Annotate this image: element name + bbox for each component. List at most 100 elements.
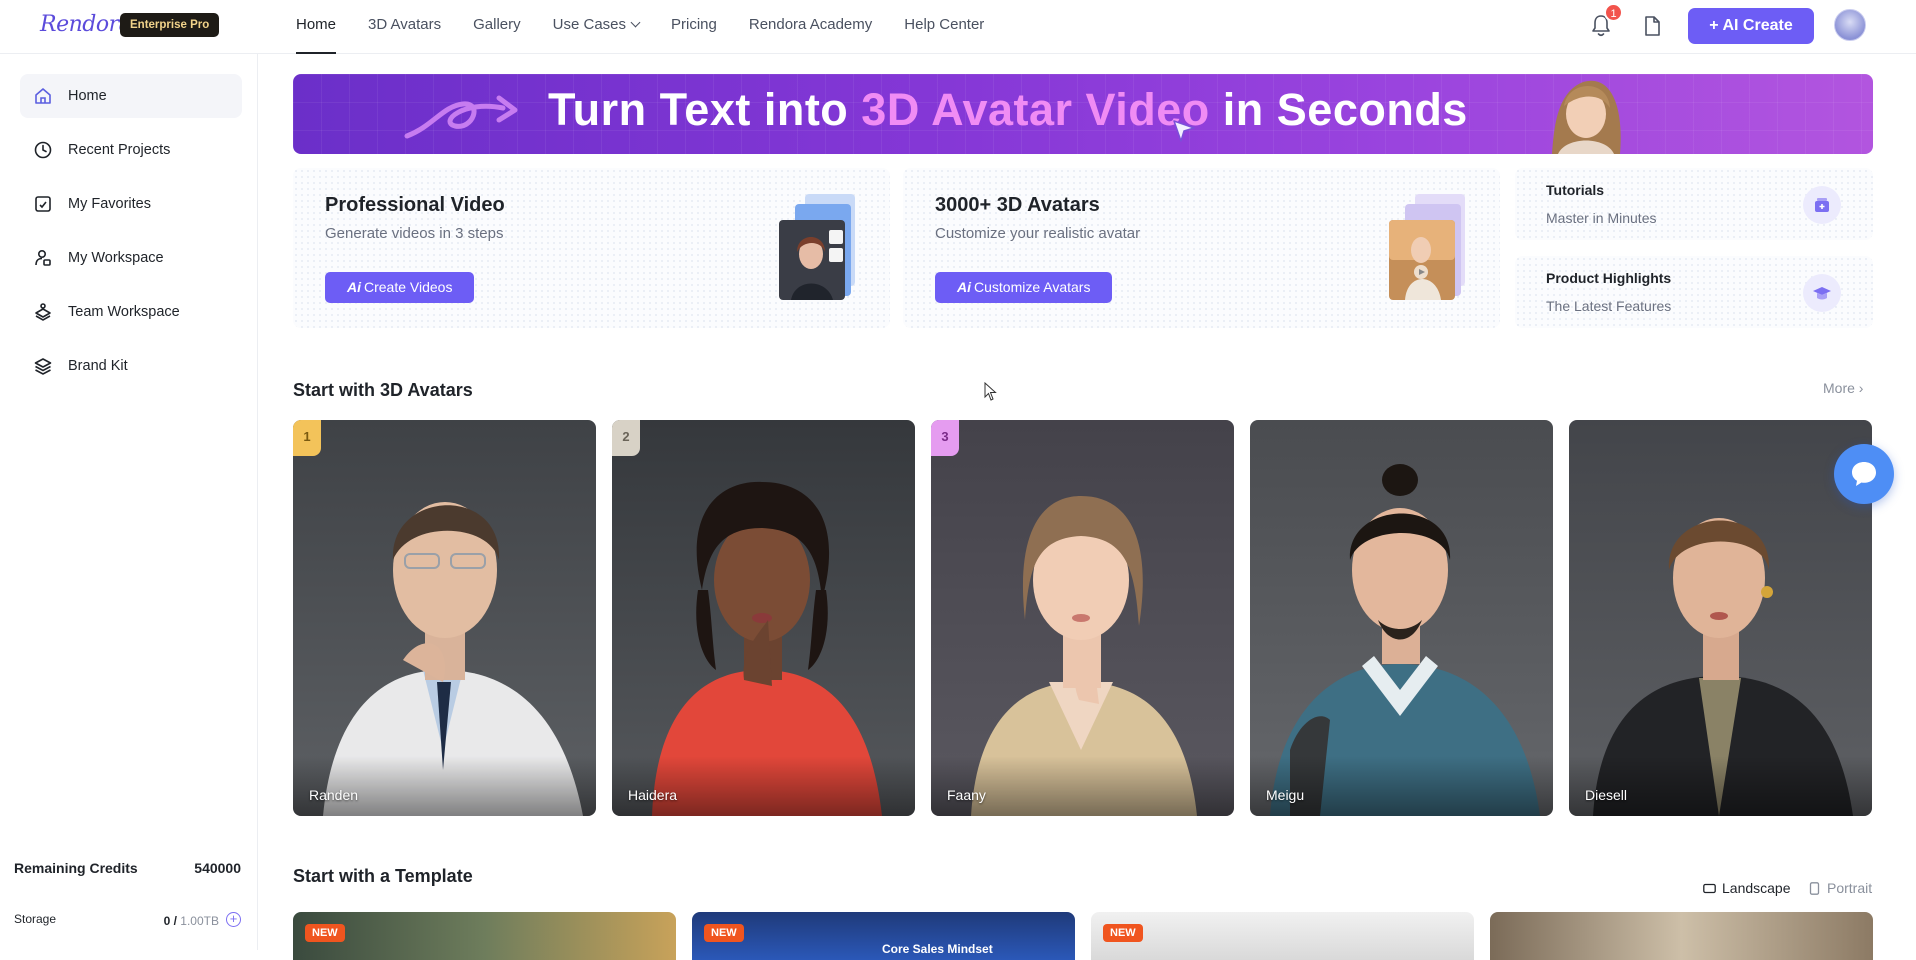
mini-card-title: Tutorials [1546, 182, 1605, 198]
template-card-3[interactable]: NEW [1091, 912, 1474, 960]
layers-icon [34, 358, 52, 375]
mouse-cursor-icon [984, 382, 997, 401]
nav-home[interactable]: Home [296, 0, 337, 54]
avatar-shade [1569, 756, 1872, 816]
nav-rendora-academy[interactable]: Rendora Academy [749, 0, 872, 54]
ai-prefix: Ai [957, 279, 971, 295]
remaining-credits-label: Remaining Credits [14, 860, 138, 876]
nav-pricing[interactable]: Pricing [671, 0, 717, 54]
avatar-shade [612, 756, 915, 816]
more-avatars-link[interactable]: More › [1823, 380, 1863, 396]
button-label: Customize Avatars [974, 279, 1091, 295]
add-storage-button[interactable]: + [226, 912, 241, 927]
chevron-down-icon [630, 17, 641, 28]
template-card-2[interactable]: NEW Core Sales Mindset [692, 912, 1075, 960]
sidebar-item-my-workspace[interactable]: My Workspace [20, 236, 242, 280]
new-tag: NEW [305, 924, 345, 942]
avatar-shade [931, 756, 1234, 816]
banner-text-after: in Seconds [1209, 84, 1468, 135]
chat-icon [1852, 462, 1876, 486]
avatar-shade [293, 756, 596, 816]
document-icon[interactable] [1641, 14, 1663, 38]
card-subtitle: Customize your realistic avatar [935, 225, 1141, 242]
avatar-stack-image [1389, 194, 1465, 300]
avatar-name: Diesell [1585, 787, 1628, 803]
avatar-card-randen[interactable]: 1 Randen [293, 420, 596, 816]
ai-prefix: Ai [347, 279, 361, 295]
workspace-icon [35, 249, 51, 266]
rank-badge: 1 [293, 420, 321, 456]
new-tag: NEW [1103, 924, 1143, 942]
landscape-toggle[interactable]: Landscape [1703, 880, 1791, 896]
sidebar-item-home[interactable]: Home [20, 74, 242, 118]
mini-card-subtitle: Master in Minutes [1546, 210, 1657, 226]
banner-headline: Turn Text into 3D Avatar Video in Second… [548, 84, 1468, 136]
sidebar-item-label: Brand Kit [68, 358, 128, 374]
mini-card-subtitle: The Latest Features [1546, 298, 1672, 314]
rank-badge: 2 [612, 420, 640, 456]
user-avatar[interactable] [1834, 9, 1866, 41]
sidebar-item-my-favorites[interactable]: My Favorites [20, 182, 242, 226]
sidebar-item-label: Recent Projects [68, 142, 171, 158]
avatar-card-meigu[interactable]: Meigu [1250, 420, 1553, 816]
avatar-shade [1250, 756, 1553, 816]
customize-avatars-button[interactable]: Ai Customize Avatars [935, 272, 1113, 303]
nav-gallery[interactable]: Gallery [473, 0, 521, 54]
nav-3d-avatars[interactable]: 3D Avatars [368, 0, 441, 54]
avatars-section-title: Start with 3D Avatars [293, 380, 473, 400]
video-stack-image [779, 194, 855, 300]
nav-gallery-label: Gallery [473, 16, 521, 33]
sidebar: Home Recent Projects My Favorites My Wor… [0, 54, 258, 950]
avatar-name: Faany [947, 787, 986, 803]
avatar-card-faany[interactable]: 3 Faany [931, 420, 1234, 816]
nav-pricing-label: Pricing [671, 16, 717, 33]
nav-use-cases-label: Use Cases [552, 16, 626, 33]
nav-help-center[interactable]: Help Center [904, 0, 984, 54]
avatar-card-diesell[interactable]: Diesell [1569, 420, 1872, 816]
ai-create-button[interactable]: + AI Create [1688, 8, 1814, 44]
template-card-1[interactable]: NEW [293, 912, 676, 960]
tutorial-icon [1815, 198, 1829, 212]
nav-3d-avatars-label: 3D Avatars [368, 16, 442, 33]
sidebar-item-brand-kit[interactable]: Brand Kit [20, 344, 242, 388]
clock-icon [34, 141, 52, 159]
create-videos-button[interactable]: Ai Create Videos [325, 272, 475, 303]
home-icon [35, 88, 51, 104]
avatar-card-haidera[interactable]: 2 Haidera [612, 420, 915, 816]
hero-banner[interactable]: Turn Text into 3D Avatar Video in Second… [293, 74, 1873, 154]
nav-help-label: Help Center [904, 16, 985, 33]
tutorial-icon-wrap [1803, 186, 1841, 224]
card-title: 3000+ 3D Avatars [935, 194, 1100, 216]
plan-badge: Enterprise Pro [120, 13, 220, 37]
nav-use-cases[interactable]: Use Cases [552, 0, 641, 54]
remaining-credits-value: 540000 [194, 860, 241, 876]
chat-support-button[interactable] [1834, 444, 1894, 504]
main-nav: Home 3D Avatars Gallery Use Cases Pricin… [296, 0, 1016, 54]
avatar-name: Haidera [628, 787, 678, 803]
banner-text-highlight: 3D Avatar Video [861, 84, 1210, 135]
template-card-4[interactable] [1490, 912, 1873, 960]
avatar-name: Meigu [1266, 787, 1305, 803]
template-section-title: Start with a Template [293, 866, 473, 886]
portrait-toggle[interactable]: Portrait [1808, 880, 1872, 896]
landscape-icon [1703, 883, 1716, 894]
avatar-name: Randen [309, 787, 359, 803]
pointer-cursor-icon [1173, 120, 1195, 142]
sidebar-item-team-workspace[interactable]: Team Workspace [20, 290, 242, 334]
nav-home-label: Home [296, 16, 337, 33]
swirl-arrow-icon [404, 95, 518, 139]
card-subtitle: Generate videos in 3 steps [325, 225, 504, 242]
tutorials-card[interactable]: Tutorials Master in Minutes [1515, 168, 1873, 240]
rank-badge: 3 [931, 420, 959, 456]
rendora-logo[interactable]: Rendora [40, 12, 132, 37]
storage-value: 0 / 1.00TB [164, 914, 219, 928]
graduation-icon-wrap [1803, 274, 1841, 312]
product-highlights-card[interactable]: Product Highlights The Latest Features [1515, 256, 1873, 328]
sidebar-item-recent-projects[interactable]: Recent Projects [20, 128, 242, 172]
3d-avatars-card[interactable]: 3000+ 3D Avatars Customize your realisti… [903, 168, 1500, 328]
new-tag: NEW [704, 924, 744, 942]
template-title: Core Sales Mindset [882, 942, 993, 956]
storage-used: 0 / [163, 914, 181, 928]
notification-badge: 1 [1604, 3, 1623, 22]
professional-video-card[interactable]: Professional Video Generate videos in 3 … [293, 168, 890, 328]
